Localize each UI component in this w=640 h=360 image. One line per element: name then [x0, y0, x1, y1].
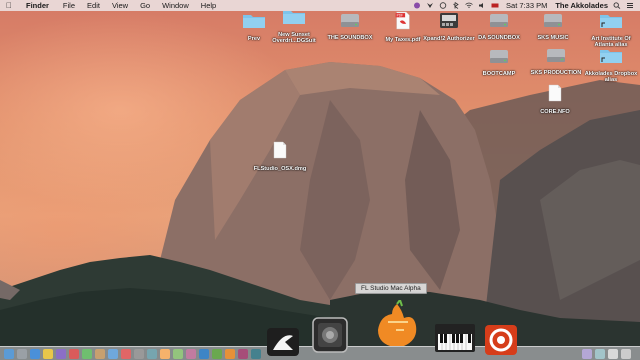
hard-disk-icon	[544, 14, 562, 27]
notification-icon[interactable]	[413, 2, 421, 9]
excel-icon[interactable]	[212, 348, 222, 359]
fl-studio-icon[interactable]	[374, 300, 420, 352]
chrome-icon[interactable]	[43, 348, 53, 359]
document-icon	[548, 84, 562, 102]
mail-icon[interactable]	[56, 348, 66, 359]
itunes-store-icon[interactable]	[238, 348, 248, 359]
menu-help[interactable]: Help	[201, 1, 216, 10]
desktop-icon-label: Akkolades Dropbox alias	[584, 71, 638, 84]
desktop-icon-new-sunset[interactable]: New Sunset Overdri...DGSuit	[265, 8, 323, 45]
desktop-icon-label: BOOTCAMP	[482, 71, 516, 77]
apple-icon[interactable]: 	[6, 1, 16, 10]
desktop-icon-akkolades-dropbox[interactable]: Akkolades Dropbox alias	[582, 47, 640, 84]
messages-icon[interactable]	[82, 348, 92, 359]
menu-view[interactable]: View	[112, 1, 128, 10]
disk-image-icon	[273, 141, 287, 159]
user-name[interactable]: The Akkolades	[555, 1, 608, 10]
finder-icon[interactable]	[4, 348, 14, 359]
photos-icon[interactable]	[147, 348, 157, 359]
wifi-icon[interactable]	[465, 2, 473, 9]
desktop-icon-flstudio-dmg[interactable]: FLStudio_OSX.dmg	[250, 141, 310, 172]
desktop-icon-da-soundbox[interactable]: DA SOUNDBOX	[470, 12, 528, 41]
menu-app-name[interactable]: Finder	[26, 1, 49, 10]
desktop-icon-sks-music[interactable]: SKS MUSIC	[524, 12, 582, 41]
folder-icon	[243, 15, 265, 28]
folder-alias-icon	[600, 50, 622, 63]
app-store-icon[interactable]	[108, 348, 118, 359]
search-icon[interactable]	[613, 2, 621, 9]
desktop-icon-sks-production[interactable]: SKS PRODUCTION	[527, 47, 585, 76]
menu-window[interactable]: Window	[162, 1, 189, 10]
launchpad-icon[interactable]	[17, 348, 27, 359]
trash-icon[interactable]	[621, 349, 631, 359]
volume-icon[interactable]	[478, 2, 486, 9]
notes-icon[interactable]	[95, 348, 105, 359]
hard-disk-icon	[341, 14, 359, 27]
desktop-icon-label: CORE.NFO	[540, 109, 570, 115]
desktop-icon-art-institute[interactable]: Art Institute Of Atlanta alias	[582, 12, 640, 49]
powerpoint-icon[interactable]	[225, 348, 235, 359]
cubase-icon[interactable]	[265, 322, 301, 358]
flag-icon[interactable]	[491, 2, 499, 9]
applications-stack-icon[interactable]	[608, 349, 618, 359]
time-machine-icon[interactable]	[439, 2, 447, 9]
downloads-stack-icon[interactable]	[582, 349, 592, 359]
list-icon[interactable]	[626, 2, 634, 9]
pages-icon[interactable]	[160, 348, 170, 359]
bluetooth-icon[interactable]	[452, 2, 460, 9]
piano-icon[interactable]	[434, 322, 476, 354]
status-area: Sat 7:33 PM The Akkolades	[408, 0, 634, 11]
folder-alias-icon	[600, 15, 622, 28]
menu-go[interactable]: Go	[140, 1, 150, 10]
numbers-icon[interactable]	[173, 348, 183, 359]
authorizer-app-icon	[440, 13, 458, 28]
dock-right-group	[582, 349, 634, 359]
maps-icon[interactable]	[251, 348, 261, 359]
desktop-icon-label: FLStudio_OSX.dmg	[253, 166, 307, 172]
itunes-icon[interactable]	[121, 348, 131, 359]
pdf-icon: PDF	[395, 11, 410, 30]
desktop-icon-label: THE SOUNDBOX	[327, 35, 373, 41]
dock-tooltip: FL Studio Mac Alpha	[355, 283, 427, 294]
system-preferences-icon[interactable]	[134, 348, 144, 359]
desktop-icon-label: DA SOUNDBOX	[478, 35, 520, 41]
svg-text:PDF: PDF	[397, 13, 403, 17]
desktop-icon-label: SKS PRODUCTION	[530, 70, 582, 76]
word-icon[interactable]	[199, 348, 209, 359]
folder-icon	[283, 11, 305, 24]
dropbox-icon[interactable]	[426, 2, 434, 9]
safari-icon[interactable]	[30, 348, 40, 359]
hard-disk-icon	[490, 50, 508, 63]
desktop-icon-label: SKS MUSIC	[537, 35, 569, 41]
desktop-icon-the-soundbox[interactable]: THE SOUNDBOX	[321, 12, 379, 41]
hard-disk-icon	[490, 14, 508, 27]
desktop-icon-core-nfo[interactable]: CORE.NFO	[526, 84, 584, 115]
hard-disk-icon	[547, 49, 565, 62]
desktop-icon-bootcamp[interactable]: BOOTCAMP	[470, 48, 528, 77]
skype-icon[interactable]	[186, 348, 196, 359]
desktop-icon-label: New Sunset Overdri...DGSuit	[272, 32, 316, 45]
documents-stack-icon[interactable]	[595, 349, 605, 359]
reason-icon[interactable]	[484, 324, 518, 356]
menu-edit[interactable]: Edit	[87, 1, 100, 10]
logic-icon[interactable]	[311, 316, 349, 354]
calendar-icon[interactable]	[69, 348, 79, 359]
menu-clock[interactable]: Sat 7:33 PM	[506, 1, 547, 10]
menu-file[interactable]: File	[63, 1, 75, 10]
